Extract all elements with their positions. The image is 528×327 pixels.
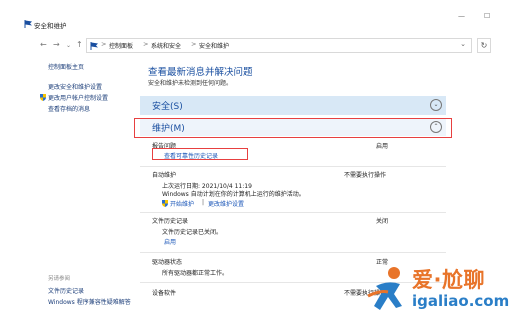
- watermark: 爱·尬聊 igaliao.com: [360, 258, 528, 327]
- maintenance-highlight: [134, 118, 452, 138]
- shield-icon: [40, 94, 46, 101]
- maintenance-description: Windows 自动计划在你的计算机上运行的维护活动。: [162, 191, 305, 198]
- address-bar: ← → ⌄ ↑ > 控制面板 > 系统和安全 > 安全和维护 ⌄ ↻: [0, 36, 528, 54]
- breadcrumb-security-maintenance[interactable]: 安全和维护: [199, 41, 229, 50]
- window-title: 安全和维护: [34, 22, 67, 30]
- forward-button[interactable]: →: [53, 39, 60, 51]
- address-dropdown-icon[interactable]: ⌄: [460, 40, 466, 48]
- view-reliability-history-link[interactable]: 查看可靠性历史记录: [164, 151, 218, 160]
- breadcrumb-separator: >: [143, 40, 149, 48]
- file-history-description: 文件历史记录已关闭。: [162, 229, 223, 236]
- recent-dropdown-icon[interactable]: ⌄: [66, 40, 71, 52]
- sidebar: 控制面板主页 更改安全和维护设置 更改用户帐户控制设置 查看存档的消息 另请参阅…: [0, 56, 140, 327]
- flag-icon: [24, 20, 32, 28]
- watermark-line2: igaliao.com: [412, 292, 510, 310]
- file-history-status: 关闭: [376, 218, 389, 225]
- drive-status-heading: 驱动器状态: [152, 259, 183, 266]
- breadcrumb-separator: >: [101, 40, 107, 48]
- refresh-button[interactable]: ↻: [477, 38, 491, 53]
- report-problems-status: 启用: [376, 143, 389, 150]
- security-section-header[interactable]: 安全(S) ⌄: [140, 96, 446, 115]
- maximize-button[interactable]: ☐: [484, 12, 490, 20]
- page-title: 查看最新消息并解决问题: [148, 67, 253, 78]
- title-bar: 安全和维护 — ☐: [0, 0, 528, 30]
- breadcrumb-separator: >: [191, 40, 197, 48]
- divider: [140, 166, 446, 167]
- auto-maintenance-status: 不需要执行操作: [344, 172, 387, 179]
- auto-maintenance-heading: 自动维护: [152, 172, 177, 179]
- page-subtitle: 安全和维护未检测到任何问题。: [148, 80, 233, 87]
- address-box[interactable]: > 控制面板 > 系统和安全 > 安全和维护 ⌄: [86, 38, 472, 53]
- change-maintenance-settings-link[interactable]: 更改维护设置: [208, 199, 244, 208]
- breadcrumb-system-security[interactable]: 系统和安全: [151, 41, 181, 50]
- breadcrumb-control-panel[interactable]: 控制面板: [109, 41, 133, 50]
- divider: [140, 212, 446, 213]
- drive-status-description: 所有驱动器都正常工作。: [162, 270, 229, 277]
- sidebar-item-home[interactable]: 控制面板主页: [48, 62, 84, 71]
- link-separator: |: [202, 199, 205, 206]
- expand-security-icon[interactable]: ⌄: [430, 99, 442, 111]
- device-software-heading: 设备软件: [152, 290, 177, 297]
- sidebar-item-archived[interactable]: 查看存档的消息: [48, 104, 90, 113]
- up-button[interactable]: ↑: [76, 39, 83, 51]
- shield-icon: [162, 200, 168, 207]
- watermark-line1: 爱·尬聊: [412, 268, 485, 292]
- sidebar-item-change-settings[interactable]: 更改安全和维护设置: [48, 82, 102, 91]
- see-also-heading: 另请参阅: [48, 276, 71, 282]
- security-label: 安全(S): [152, 102, 183, 112]
- runner-logo-icon: [367, 267, 402, 310]
- file-history-heading: 文件历史记录: [152, 218, 189, 225]
- sidebar-item-label: 更改用户帐户控制设置: [48, 95, 109, 102]
- sidebar-item-file-history[interactable]: 文件历史记录: [48, 286, 84, 295]
- start-maintenance-link[interactable]: 开始维护: [162, 199, 194, 208]
- sidebar-item-compat-troubleshooter[interactable]: Windows 程序兼容性疑难解答: [48, 297, 131, 306]
- enable-file-history-link[interactable]: 启用: [164, 237, 176, 246]
- start-maintenance-label: 开始维护: [170, 201, 195, 208]
- flag-icon: [90, 42, 98, 50]
- divider: [140, 252, 446, 253]
- sidebar-item-uac[interactable]: 更改用户帐户控制设置: [40, 93, 108, 102]
- back-button[interactable]: ←: [40, 39, 47, 51]
- minimize-button[interactable]: —: [458, 12, 465, 20]
